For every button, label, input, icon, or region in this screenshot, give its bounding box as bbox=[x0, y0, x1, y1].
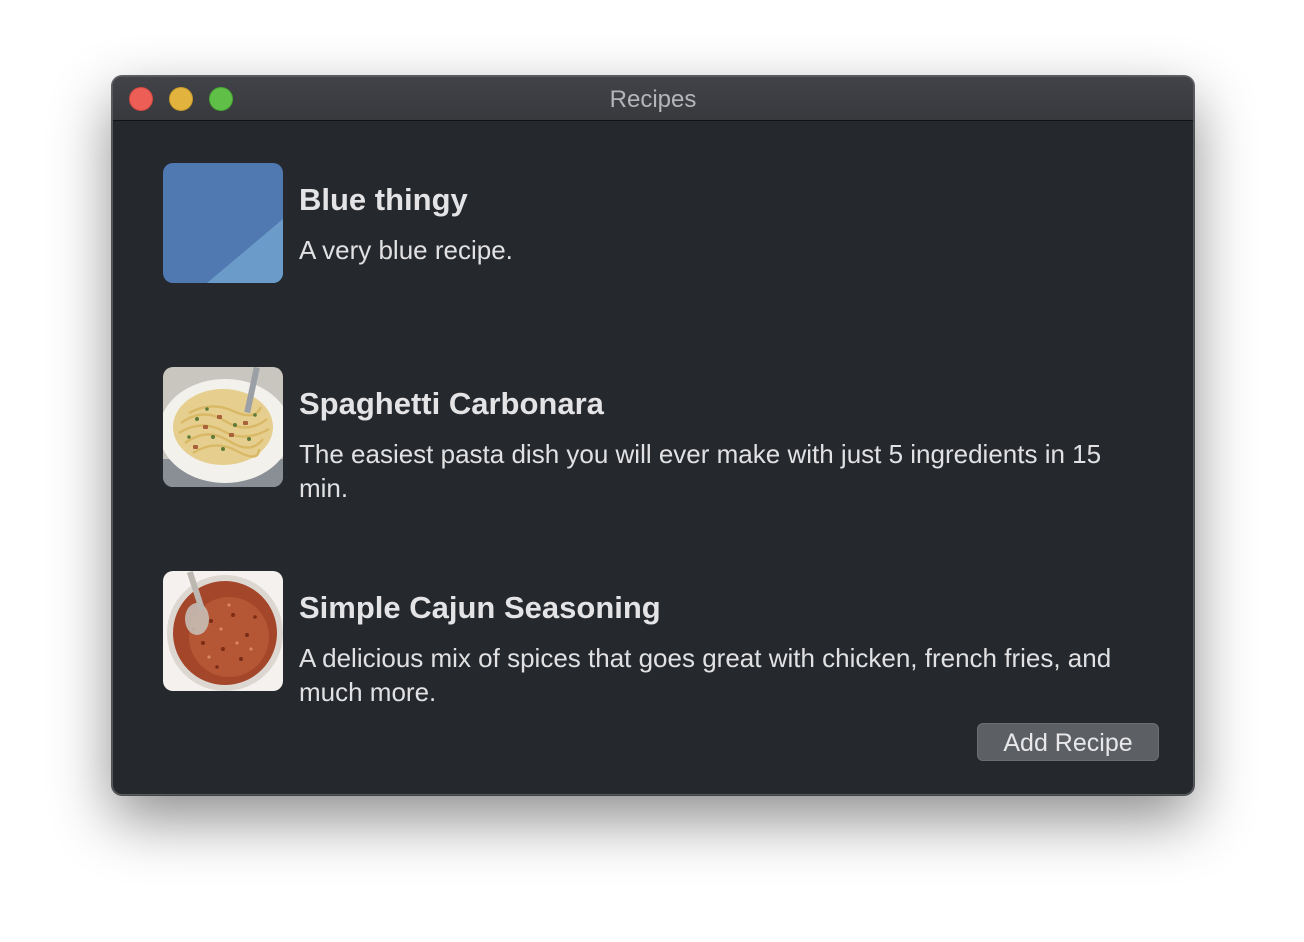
cajun-seasoning-photo bbox=[163, 571, 283, 691]
recipe-row-spaghetti-carbonara[interactable]: Spaghetti Carbonara The easiest pasta di… bbox=[163, 367, 1143, 503]
recipe-row-blue-thingy[interactable]: Blue thingy A very blue recipe. bbox=[163, 163, 1143, 283]
add-recipe-button[interactable]: Add Recipe bbox=[977, 723, 1159, 761]
recipe-title: Simple Cajun Seasoning bbox=[299, 590, 661, 625]
recipe-description: A delicious mix of spices that goes grea… bbox=[299, 643, 1112, 707]
recipe-row-simple-cajun-seasoning[interactable]: Simple Cajun Seasoning A delicious mix o… bbox=[163, 571, 1143, 707]
recipe-description: A very blue recipe. bbox=[299, 235, 513, 265]
recipe-title: Blue thingy bbox=[299, 182, 468, 217]
blue-placeholder-image bbox=[163, 163, 283, 283]
recipe-description: The easiest pasta dish you will ever mak… bbox=[299, 439, 1102, 503]
window-title: Recipes bbox=[609, 86, 697, 113]
spaghetti-carbonara-photo bbox=[163, 367, 283, 487]
recipe-title: Spaghetti Carbonara bbox=[299, 386, 604, 421]
recipes-window: Recipes Blue thingy A very blue recipe. bbox=[112, 76, 1194, 795]
title-bar[interactable]: Recipes bbox=[113, 77, 1193, 121]
